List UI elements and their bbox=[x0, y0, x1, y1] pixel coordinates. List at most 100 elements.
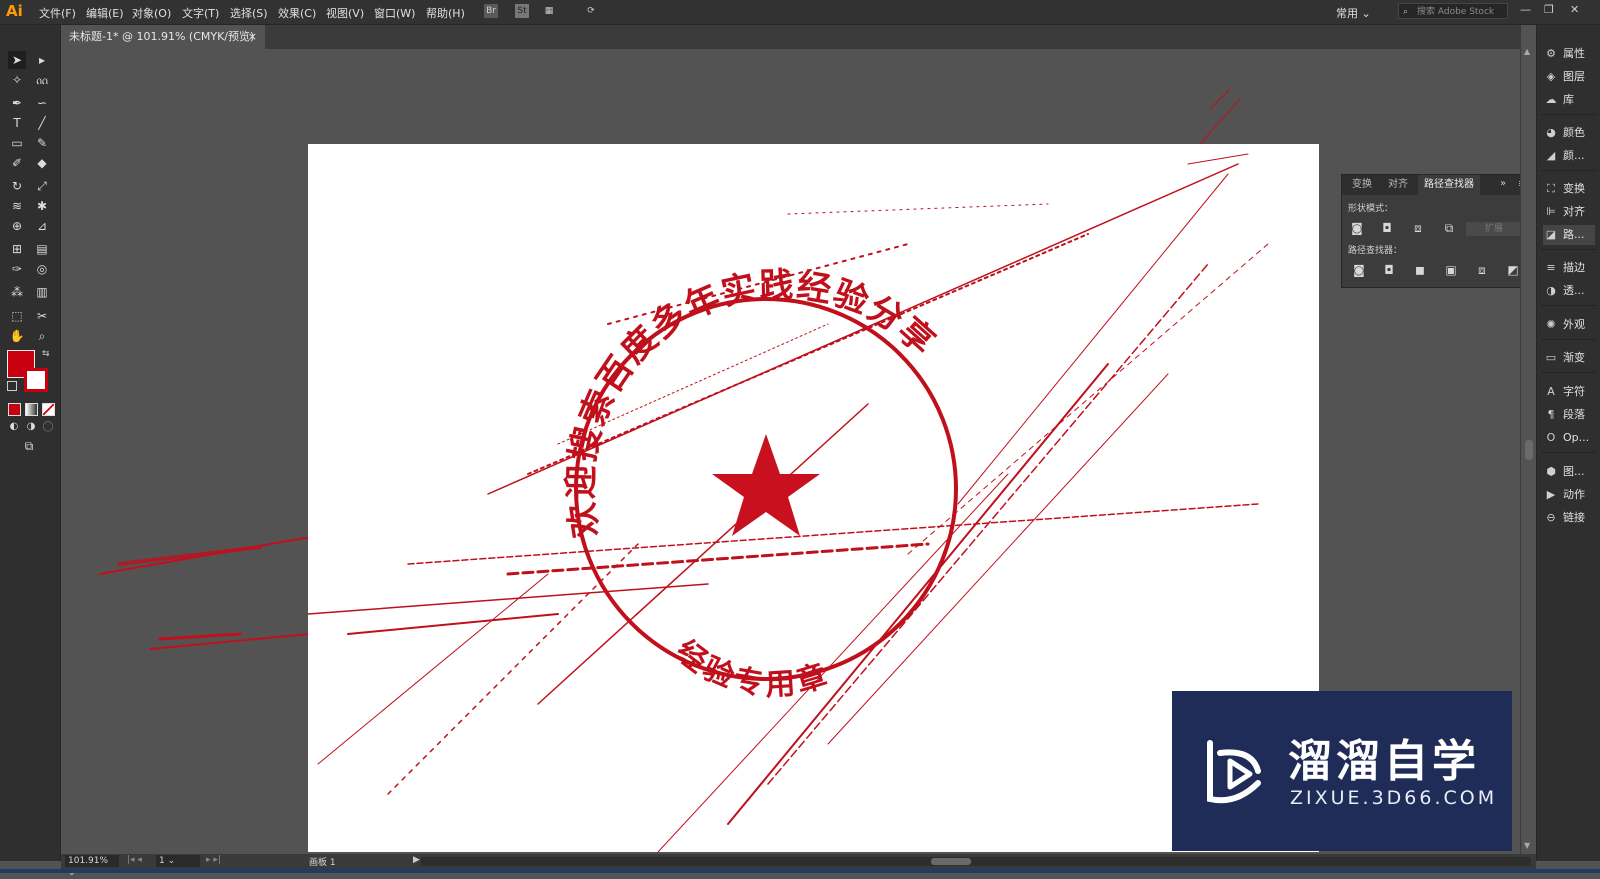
panel-libraries[interactable]: ☁ 库 bbox=[1543, 90, 1575, 110]
stock-icon[interactable]: St bbox=[515, 4, 529, 18]
symbol-sprayer-tool[interactable]: ⁂ bbox=[8, 283, 26, 301]
panel-properties[interactable]: ⚙ 属性 bbox=[1543, 44, 1585, 64]
panel-paragraph[interactable]: ¶ 段落 bbox=[1543, 405, 1586, 425]
shape-builder-tool[interactable]: ⊕ bbox=[8, 217, 26, 235]
panel-actions[interactable]: ▶ 动作 bbox=[1543, 485, 1585, 505]
width-tool[interactable]: ≋ bbox=[8, 197, 26, 215]
rotate-tool[interactable]: ↻ bbox=[8, 177, 26, 195]
type-tool[interactable]: T bbox=[8, 114, 26, 132]
scroll-thumb[interactable] bbox=[1525, 440, 1533, 460]
last-artboard-icon[interactable]: ▸ ▸| bbox=[206, 855, 221, 865]
horizontal-scrollbar[interactable] bbox=[421, 857, 1531, 866]
rectangle-tool[interactable]: ▭ bbox=[8, 134, 26, 152]
close-tab-button[interactable]: × bbox=[248, 25, 257, 49]
eraser-tool[interactable]: ◆ bbox=[33, 154, 51, 172]
hand-tool[interactable]: ✋ bbox=[8, 327, 26, 345]
puppet-warp-tool[interactable]: ✱ bbox=[33, 197, 51, 215]
panel-collapse-icon[interactable]: » bbox=[1500, 178, 1506, 189]
scroll-up-icon[interactable]: ▲ bbox=[1524, 47, 1530, 56]
trim-button[interactable]: ◘ bbox=[1382, 263, 1396, 277]
panel-stroke[interactable]: ≡ 描边 bbox=[1543, 258, 1585, 278]
panel-opentype[interactable]: O Op... bbox=[1543, 428, 1589, 448]
tab-align[interactable]: 对齐 bbox=[1382, 175, 1414, 195]
pen-tool[interactable]: ✒ bbox=[8, 94, 26, 112]
minus-front-button[interactable]: ◘ bbox=[1380, 221, 1394, 235]
bridge-icon[interactable]: Br bbox=[484, 4, 498, 18]
direct-selection-tool[interactable]: ▸ bbox=[33, 51, 51, 69]
shaper-tool[interactable]: ✐ bbox=[8, 154, 26, 172]
draw-normal-icon[interactable]: ◐ bbox=[5, 418, 23, 436]
outline-button[interactable]: ⧈ bbox=[1475, 263, 1489, 277]
curvature-tool[interactable]: ∽ bbox=[33, 94, 51, 112]
tab-transform[interactable]: 变换 bbox=[1346, 175, 1378, 195]
menu-effect[interactable]: 效果(C) bbox=[278, 5, 316, 21]
stock-search-input[interactable]: ⌕ 搜索 Adobe Stock bbox=[1398, 3, 1508, 19]
artboard[interactable]: 欢迎搜索百度多年实践经验分享 经验专用章 bbox=[308, 144, 1319, 852]
tab-pathfinder[interactable]: 路径查找器 bbox=[1418, 175, 1480, 195]
panel-appearance[interactable]: ✺ 外观 bbox=[1543, 315, 1585, 335]
magic-wand-tool[interactable]: ✧ bbox=[8, 71, 26, 89]
expand-button[interactable]: 扩展 bbox=[1466, 222, 1522, 236]
divide-button[interactable]: ◙ bbox=[1352, 263, 1366, 277]
mesh-tool[interactable]: ⊞ bbox=[8, 240, 26, 258]
paintbrush-tool[interactable]: ✎ bbox=[33, 134, 51, 152]
artboard-tool[interactable]: ⬚ bbox=[8, 307, 26, 325]
screen-mode-icon[interactable]: ⧉ bbox=[20, 437, 38, 455]
gradient-mode-icon[interactable] bbox=[25, 403, 38, 416]
panel-character[interactable]: A 字符 bbox=[1543, 382, 1585, 402]
none-mode-icon[interactable] bbox=[42, 403, 55, 416]
minus-back-button[interactable]: ◩ bbox=[1506, 263, 1520, 277]
blend-tool[interactable]: ◎ bbox=[33, 260, 51, 278]
merge-button[interactable]: ◼ bbox=[1413, 263, 1427, 277]
panel-transform[interactable]: ⛶ 变换 bbox=[1543, 179, 1585, 199]
horizontal-scroll-thumb[interactable] bbox=[931, 858, 971, 865]
vertical-scrollbar[interactable]: ▲ ▼ bbox=[1520, 25, 1537, 861]
crop-button[interactable]: ▣ bbox=[1444, 263, 1458, 277]
panel-links[interactable]: ⊖ 链接 bbox=[1543, 508, 1585, 528]
unite-button[interactable]: ◙ bbox=[1350, 221, 1364, 235]
arrange-documents-icon[interactable]: ▦ bbox=[542, 4, 556, 18]
panel-color-guide[interactable]: ◢ 颜... bbox=[1543, 146, 1585, 166]
default-colors-icon[interactable] bbox=[7, 381, 17, 391]
menu-view[interactable]: 视图(V) bbox=[326, 5, 364, 21]
panel-layers[interactable]: ◈ 图层 bbox=[1543, 67, 1585, 87]
selection-tool[interactable]: ➤ bbox=[8, 51, 26, 69]
menu-select[interactable]: 选择(S) bbox=[230, 5, 268, 21]
panel-graphic-styles[interactable]: ⬢ 图... bbox=[1543, 462, 1584, 482]
restore-button[interactable]: ❐ bbox=[1544, 3, 1554, 16]
lasso-tool[interactable]: ᦶ bbox=[33, 71, 51, 89]
gradient-tool[interactable]: ▤ bbox=[33, 240, 51, 258]
menu-window[interactable]: 窗口(W) bbox=[374, 5, 415, 21]
menu-edit[interactable]: 编辑(E) bbox=[86, 5, 124, 21]
eyedropper-tool[interactable]: ✑ bbox=[8, 260, 26, 278]
zoom-tool[interactable]: ⌕ bbox=[33, 327, 51, 345]
stroke-swatch[interactable] bbox=[24, 368, 48, 392]
menu-help[interactable]: 帮助(H) bbox=[426, 5, 465, 21]
zoom-field[interactable]: 101.91% ⌄ bbox=[65, 855, 119, 878]
workspace-switcher[interactable]: 常用 ⌄ bbox=[1336, 5, 1371, 21]
scroll-down-icon[interactable]: ▼ bbox=[1524, 841, 1530, 850]
draw-inside-icon[interactable]: ◯ bbox=[39, 418, 57, 436]
close-window-button[interactable]: ✕ bbox=[1570, 3, 1579, 16]
swap-fill-stroke-icon[interactable]: ⇆ bbox=[42, 349, 50, 359]
column-graph-tool[interactable]: ▥ bbox=[33, 283, 51, 301]
document-tab[interactable]: 未标题-1* @ 101.91% (CMYK/预览) × bbox=[61, 25, 265, 49]
menu-object[interactable]: 对象(O) bbox=[132, 5, 171, 21]
minimize-button[interactable]: — bbox=[1520, 3, 1531, 16]
panel-pathfinder[interactable]: ◪ 路... bbox=[1543, 225, 1595, 245]
panel-color[interactable]: ◕ 颜色 bbox=[1543, 123, 1585, 143]
menu-file[interactable]: 文件(F) bbox=[39, 5, 76, 21]
panel-gradient[interactable]: ▭ 渐变 bbox=[1543, 348, 1585, 368]
color-mode-icon[interactable] bbox=[8, 403, 21, 416]
panel-align[interactable]: ⊫ 对齐 bbox=[1543, 202, 1585, 222]
intersect-button[interactable]: ⧈ bbox=[1411, 221, 1425, 235]
panel-transparency[interactable]: ◑ 透... bbox=[1543, 281, 1584, 301]
menu-type[interactable]: 文字(T) bbox=[182, 5, 219, 21]
exclude-button[interactable]: ⧉ bbox=[1442, 221, 1456, 235]
line-tool[interactable]: ╱ bbox=[33, 114, 51, 132]
draw-behind-icon[interactable]: ◑ bbox=[22, 418, 40, 436]
artboard-number-field[interactable]: 1 ⌄ bbox=[156, 855, 200, 867]
gpu-performance-icon[interactable]: ⟳ bbox=[584, 4, 598, 18]
status-menu-icon[interactable]: ▶ bbox=[413, 855, 420, 865]
perspective-grid-tool[interactable]: ⊿ bbox=[33, 217, 51, 235]
